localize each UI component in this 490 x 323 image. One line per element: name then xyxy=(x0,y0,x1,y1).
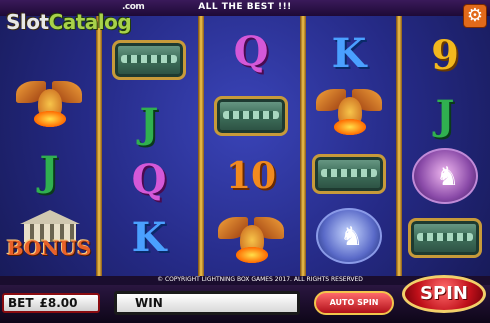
symbol-bracelet xyxy=(208,86,294,146)
symbol-k: K xyxy=(331,30,367,77)
symbol-j: J xyxy=(39,148,59,195)
bet-label: BET xyxy=(8,296,34,310)
symbol-bracelet xyxy=(306,144,392,204)
win-label: WIN xyxy=(135,296,163,310)
symbol-k: K xyxy=(131,214,167,261)
symbol-eagle xyxy=(6,72,92,132)
watermark-logo: SlotCatalog .com xyxy=(6,2,145,34)
reel-2: J Q K xyxy=(102,16,198,276)
symbol-eagle xyxy=(306,80,392,140)
symbol-horse: ♞ xyxy=(306,206,392,266)
bet-value: £8.00 xyxy=(39,296,78,310)
auto-spin-button[interactable]: AUTO SPIN xyxy=(314,291,394,315)
symbol-j: J xyxy=(435,92,455,139)
bet-button[interactable]: BET £8.00 xyxy=(2,293,100,313)
watermark-catalog: Catalog xyxy=(48,10,132,34)
symbol-bracelet xyxy=(106,30,192,90)
symbol-q: Q xyxy=(131,156,167,203)
copyright-text: © COPYRIGHT LIGHTNING BOX GAMES 2017. AL… xyxy=(157,276,363,283)
reel-3: Q 10 xyxy=(204,16,300,276)
symbol-bracelet xyxy=(402,208,488,268)
reel-4: K ♞ xyxy=(302,16,398,276)
spin-button[interactable]: SPIN xyxy=(402,275,486,313)
symbol-9: 9 xyxy=(431,32,459,79)
gear-icon[interactable]: ⚙ xyxy=(463,4,487,28)
symbol-q: Q xyxy=(233,28,269,75)
reel-5: 9 J ♞ xyxy=(402,16,490,276)
reel-area: J BONUS J Q K Q 10 K ♞ 9 J ♞ xyxy=(0,16,490,276)
symbol-10: 10 xyxy=(225,155,277,197)
watermark-slot: Slot xyxy=(6,10,49,34)
symbol-bonus: BONUS xyxy=(6,206,92,266)
win-display: WIN xyxy=(114,291,300,315)
symbol-j: J xyxy=(139,100,159,147)
symbol-horse-pink: ♞ xyxy=(402,146,488,206)
watermark-com: .com xyxy=(122,2,145,12)
bonus-text: BONUS xyxy=(6,236,92,260)
reel-1: J BONUS xyxy=(2,16,98,276)
symbol-eagle xyxy=(208,208,294,268)
